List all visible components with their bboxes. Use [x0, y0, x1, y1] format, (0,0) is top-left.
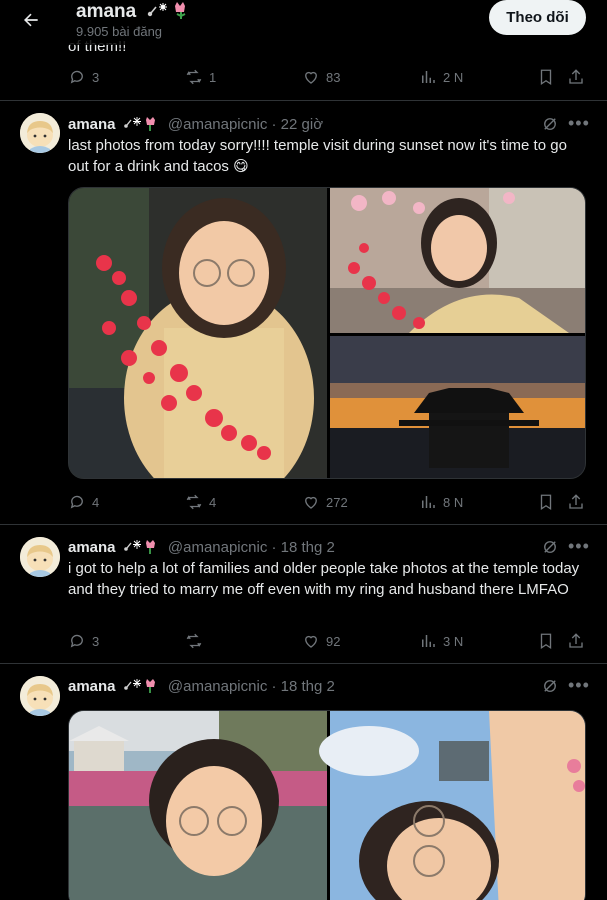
retweet-button[interactable]: [185, 632, 209, 650]
tweet-text: i got to help a lot of families and olde…: [68, 560, 580, 598]
share-button[interactable]: [567, 68, 585, 91]
divider: [0, 663, 607, 664]
follow-button[interactable]: Theo dõi: [489, 0, 586, 35]
handle[interactable]: @amanapicnic: [168, 678, 267, 695]
share-icon: [569, 69, 583, 84]
more-options-icon[interactable]: •••: [568, 114, 589, 136]
reply-count: 4: [92, 494, 100, 510]
share-icon: [569, 633, 583, 648]
reply-count: 3: [92, 633, 100, 649]
name-emoji-icon: [123, 679, 155, 693]
like-button[interactable]: 83: [302, 68, 340, 86]
post-count: 9.905 bài đăng: [76, 24, 163, 39]
share-button[interactable]: [567, 632, 585, 655]
heart-icon: [305, 635, 317, 648]
name-emoji-icon: [148, 2, 186, 19]
grok-icon[interactable]: [541, 115, 559, 133]
views-button[interactable]: 8 N: [419, 493, 463, 511]
tweet-actions: 3 92 3 N: [68, 632, 588, 652]
name-emoji-icon: [123, 117, 155, 131]
display-name[interactable]: amana: [68, 116, 116, 133]
bookmark-icon: [540, 69, 552, 86]
reply-icon: [70, 634, 83, 648]
profile-title: amana: [76, 0, 197, 23]
share-icon: [569, 494, 583, 509]
like-button[interactable]: 92: [302, 632, 340, 650]
handle[interactable]: @amanapicnic: [168, 539, 267, 556]
reply-count: 3: [92, 69, 100, 85]
media-photos[interactable]: [69, 711, 586, 900]
retweet-button[interactable]: 1: [185, 68, 216, 86]
views-chart-icon: [422, 496, 435, 508]
tweet-actions: 4 4 272 8 N: [68, 493, 588, 513]
views-count: 3 N: [443, 633, 464, 649]
bookmark-button[interactable]: [537, 632, 555, 655]
retweet-count: 1: [209, 69, 217, 85]
share-button[interactable]: [567, 493, 585, 516]
tweet-header: amana @amanapicnic · 18 thg 2: [68, 538, 335, 556]
retweet-icon: [186, 69, 202, 85]
back-button[interactable]: [18, 7, 44, 33]
arrow-left-icon: [24, 13, 38, 27]
views-button[interactable]: 2 N: [419, 68, 463, 86]
like-count: 83: [326, 69, 341, 85]
tweet-header: amana @amanapicnic · 18 thg 2: [68, 677, 335, 695]
divider: [0, 524, 607, 525]
name-emoji-icon: [123, 540, 155, 554]
timestamp[interactable]: · 18 thg 2: [272, 678, 335, 695]
heart-icon: [305, 71, 317, 84]
previous-tweet-actions: 3 1 83 2 N: [68, 68, 588, 88]
retweet-button[interactable]: 4: [185, 493, 216, 511]
avatar[interactable]: [20, 537, 60, 577]
avatar[interactable]: [20, 676, 60, 716]
retweet-icon: [186, 494, 202, 510]
timestamp[interactable]: · 22 giờ: [272, 116, 324, 133]
reply-button[interactable]: 4: [68, 493, 99, 511]
views-chart-icon: [422, 635, 435, 647]
bookmark-icon: [540, 494, 552, 511]
profile-header: amana 9.905 bài đăng Theo dõi: [0, 0, 607, 45]
handle[interactable]: @amanapicnic: [168, 116, 267, 133]
profile-name: amana: [76, 1, 137, 22]
grok-icon[interactable]: [541, 677, 559, 695]
like-button[interactable]: 272: [302, 493, 348, 511]
reply-button[interactable]: 3: [68, 632, 99, 650]
reply-icon: [70, 70, 83, 84]
avatar[interactable]: [20, 113, 60, 153]
bookmark-icon: [540, 633, 552, 650]
display-name[interactable]: amana: [68, 539, 116, 556]
more-options-icon[interactable]: •••: [568, 676, 589, 698]
tweet-text: last photos from today sorry!!!! temple …: [68, 137, 567, 175]
reply-icon: [70, 495, 83, 509]
views-count: 8 N: [443, 494, 464, 510]
views-chart-icon: [422, 71, 435, 83]
tweet-media-grid: [68, 187, 586, 479]
views-count: 2 N: [443, 69, 464, 85]
bookmark-button[interactable]: [537, 493, 555, 516]
tweet-media-grid: [68, 710, 586, 900]
retweet-icon: [186, 633, 202, 649]
more-options-icon[interactable]: •••: [568, 537, 589, 559]
like-count: 272: [326, 494, 348, 510]
views-button[interactable]: 3 N: [419, 632, 463, 650]
divider: [0, 100, 607, 101]
heart-icon: [305, 496, 317, 509]
like-count: 92: [326, 633, 341, 649]
retweet-count: 4: [209, 494, 217, 510]
reply-button[interactable]: 3: [68, 68, 99, 86]
grok-icon[interactable]: [541, 538, 559, 556]
media-photos[interactable]: [69, 188, 586, 479]
display-name[interactable]: amana: [68, 678, 116, 695]
timestamp[interactable]: · 18 thg 2: [272, 539, 335, 556]
bookmark-button[interactable]: [537, 68, 555, 91]
tweet-header: amana @amanapicnic · 22 giờ: [68, 115, 323, 133]
